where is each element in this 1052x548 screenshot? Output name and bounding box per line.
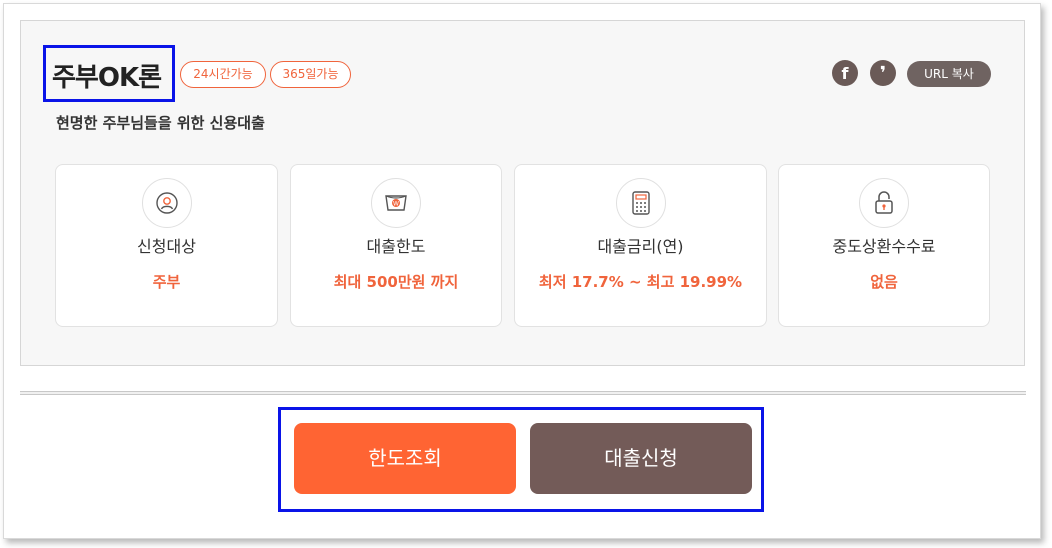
money-icon: W <box>371 178 421 228</box>
kakao-icon: ❜ <box>879 62 887 84</box>
svg-text:W: W <box>393 201 399 208</box>
product-subtitle: 현명한 주부님들을 위한 신용대출 <box>56 114 265 132</box>
card-value: 주부 <box>152 273 181 291</box>
facebook-share-button[interactable]: f <box>832 60 858 86</box>
url-copy-button[interactable]: URL 복사 <box>907 61 991 87</box>
info-card-target: 신청대상 주부 <box>55 164 278 327</box>
section-divider <box>20 391 1026 395</box>
loan-apply-button[interactable]: 대출신청 <box>530 423 752 494</box>
lock-icon <box>859 178 909 228</box>
kakao-share-button[interactable]: ❜ <box>870 60 896 86</box>
user-icon <box>141 178 192 228</box>
card-label: 대출금리(연) <box>597 237 684 256</box>
tag-24h: 24시간가능 <box>180 61 266 88</box>
info-card-rate: 대출금리(연) 최저 17.7% ~ 최고 19.99% <box>514 164 767 327</box>
info-card-limit: W 대출한도 최대 500만원 까지 <box>290 164 502 327</box>
limit-check-button[interactable]: 한도조회 <box>294 423 516 494</box>
card-value: 최저 17.7% ~ 최고 19.99% <box>538 273 743 291</box>
card-value: 최대 500만원 까지 <box>333 273 459 291</box>
card-label: 대출한도 <box>366 237 426 256</box>
calculator-icon <box>615 178 666 228</box>
product-title: 주부OK론 <box>52 63 162 93</box>
tag-365d: 365일가능 <box>270 61 351 88</box>
card-value: 없음 <box>870 273 898 291</box>
info-card-fee: 중도상환수수료 없음 <box>778 164 990 327</box>
card-label: 중도상환수수료 <box>832 237 936 256</box>
facebook-icon: f <box>841 63 849 83</box>
card-label: 신청대상 <box>137 237 196 256</box>
